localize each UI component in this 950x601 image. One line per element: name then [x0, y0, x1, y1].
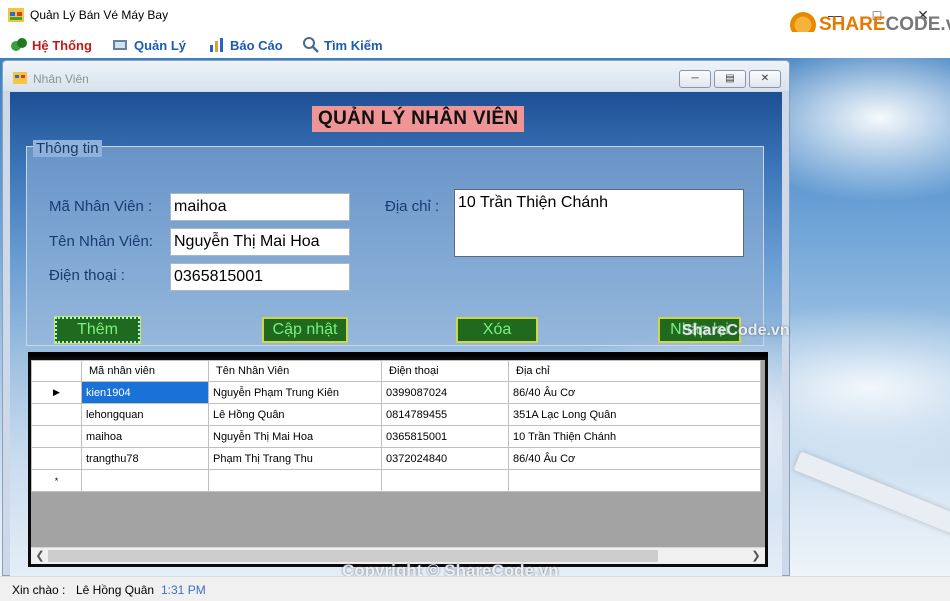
table-cell[interactable]: 351A Lạc Long Quân	[508, 403, 761, 426]
new-row[interactable]: *	[31, 469, 761, 492]
child-window-icon	[13, 72, 27, 84]
window-title: Quản Lý Bán Vé Máy Bay	[30, 8, 169, 22]
delete-button[interactable]: Xóa	[456, 317, 538, 343]
row-header-corner	[31, 360, 82, 382]
add-button[interactable]: Thêm	[54, 316, 141, 344]
groupbox-title: Thông tin	[33, 140, 102, 157]
table-cell[interactable]: lehongquan	[81, 403, 209, 426]
table-cell[interactable]: Lê Hồng Quân	[208, 403, 382, 426]
row-header[interactable]	[31, 403, 82, 426]
watermark-center: ShareCode.vn	[682, 322, 790, 339]
app-window-icon	[8, 8, 24, 22]
employee-name-field[interactable]: Nguyễn Thị Mai Hoa	[170, 228, 350, 256]
table-row[interactable]: trangthu78 Phạm Thị Trang Thu 0372024840…	[31, 447, 761, 470]
status-greeting: Xin chào :	[12, 583, 66, 597]
system-icon	[11, 38, 27, 51]
menu-he-thong[interactable]: Hệ Thống	[10, 36, 92, 54]
table-cell[interactable]: Nguyễn Phạm Trung Kiên	[208, 381, 382, 404]
column-header[interactable]: Mã nhân viên	[81, 360, 209, 382]
child-window-title: Nhân Viên	[33, 72, 89, 86]
table-cell[interactable]: Phạm Thị Trang Thu	[208, 447, 382, 470]
search-icon	[303, 37, 319, 53]
table-row[interactable]: ▶ kien1904 Nguyễn Phạm Trung Kiên 039908…	[31, 381, 761, 404]
table-cell[interactable]: 86/40 Âu Cơ	[508, 447, 761, 470]
menu-tim-kiem[interactable]: Tìm Kiếm	[302, 36, 383, 54]
child-minimize-button[interactable]: ─	[679, 70, 711, 88]
current-row-indicator[interactable]: ▶	[31, 381, 82, 404]
table-cell[interactable]: Nguyễn Thị Mai Hoa	[208, 425, 382, 448]
new-row-indicator[interactable]: *	[31, 469, 82, 492]
table-cell[interactable]: kien1904	[81, 381, 209, 404]
address-field[interactable]: 10 Trần Thiện Chánh	[454, 189, 744, 257]
menu-bar: Hệ Thống Quản Lý Báo Cáo Tìm Kiếm	[0, 32, 950, 58]
child-close-button[interactable]: ✕	[749, 70, 781, 88]
status-bar: Xin chào : Lê Hồng Quân 1:31 PM	[0, 576, 950, 601]
manage-icon	[113, 40, 127, 50]
table-cell[interactable]	[208, 469, 382, 492]
table-cell[interactable]: 10 Trần Thiện Chánh	[508, 425, 761, 448]
datagrid-table: Mã nhân viên Tên Nhân Viên Điện thoại Đị…	[31, 360, 761, 492]
column-header[interactable]: Địa chỉ	[508, 360, 761, 382]
table-cell[interactable]: 0365815001	[381, 425, 509, 448]
table-row[interactable]: maihoa Nguyễn Thị Mai Hoa 0365815001 10 …	[31, 425, 761, 448]
employee-id-label: Mã Nhân Viên :	[49, 198, 153, 215]
child-maximize-button[interactable]: ▤	[714, 70, 746, 88]
scroll-left-icon[interactable]: ❮	[32, 549, 48, 563]
table-cell[interactable]: 0399087024	[381, 381, 509, 404]
phone-label: Điện thoại :	[49, 267, 125, 284]
table-cell[interactable]	[81, 469, 209, 492]
employee-datagrid[interactable]: Mã nhân viên Tên Nhân Viên Điện thoại Đị…	[28, 357, 768, 567]
status-user: Lê Hồng Quân	[76, 583, 155, 597]
row-header[interactable]	[31, 425, 82, 448]
table-cell[interactable]	[381, 469, 509, 492]
child-title-bar: Nhân Viên ─ ▤ ✕	[3, 61, 789, 91]
info-groupbox: Thông tin Mã Nhân Viên : maihoa Tên Nhân…	[26, 140, 764, 346]
menu-bao-cao[interactable]: Báo Cáo	[208, 36, 283, 54]
table-cell[interactable]: 0372024840	[381, 447, 509, 470]
row-header[interactable]	[31, 447, 82, 470]
report-icon	[210, 38, 223, 52]
table-cell[interactable]	[508, 469, 761, 492]
background-plane-wing	[793, 451, 950, 545]
table-row[interactable]: lehongquan Lê Hồng Quân 0814789455 351A …	[31, 403, 761, 426]
table-cell[interactable]: maihoa	[81, 425, 209, 448]
update-button[interactable]: Cập nhật	[262, 317, 348, 343]
employee-name-label: Tên Nhân Viên:	[49, 233, 153, 250]
employee-id-field[interactable]: maihoa	[170, 193, 350, 221]
table-cell[interactable]: 0814789455	[381, 403, 509, 426]
menu-quan-ly[interactable]: Quản Lý	[112, 36, 186, 54]
status-time: 1:31 PM	[161, 583, 206, 597]
table-header-row: Mã nhân viên Tên Nhân Viên Điện thoại Đị…	[31, 360, 761, 382]
column-header[interactable]: Điện thoại	[381, 360, 509, 382]
form-client-area: QUẢN LÝ NHÂN VIÊN Thông tin Mã Nhân Viên…	[10, 92, 782, 576]
employee-form: Nhân Viên ─ ▤ ✕ QUẢN LÝ NHÂN VIÊN Thông …	[2, 60, 790, 576]
scroll-right-icon[interactable]: ❯	[748, 549, 764, 563]
table-cell[interactable]: 86/40 Âu Cơ	[508, 381, 761, 404]
table-cell[interactable]: trangthu78	[81, 447, 209, 470]
phone-field[interactable]: 0365815001	[170, 263, 350, 291]
address-label: Địa chỉ :	[385, 198, 440, 215]
column-header[interactable]: Tên Nhân Viên	[208, 360, 382, 382]
page-title: QUẢN LÝ NHÂN VIÊN	[312, 106, 525, 132]
